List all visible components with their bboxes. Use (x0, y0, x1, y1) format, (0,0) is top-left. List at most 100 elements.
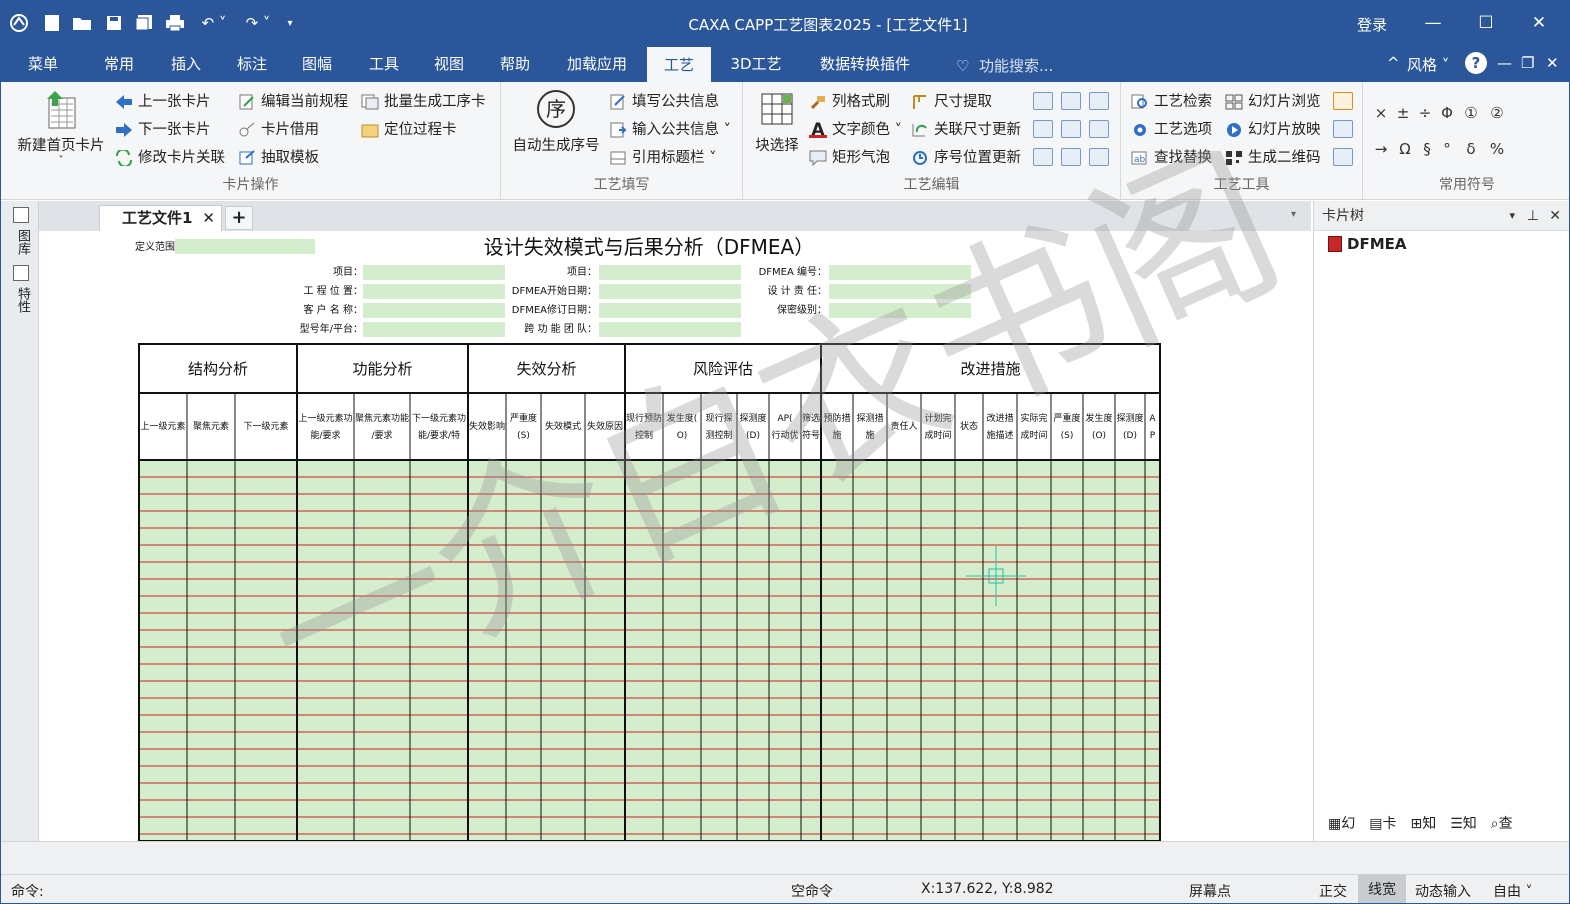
header-field[interactable] (829, 303, 971, 318)
panel-close-icon[interactable]: ✕ (1549, 201, 1561, 231)
slide-browse-button[interactable]: 幻灯片浏览 (1225, 90, 1321, 114)
properties-icon[interactable] (13, 265, 29, 281)
balloon-edit-icon[interactable] (1033, 92, 1053, 110)
tab-help[interactable]: 帮助 (487, 46, 543, 82)
symbol-times[interactable]: × (1371, 104, 1391, 122)
abc-replace-icon[interactable] (1033, 120, 1053, 138)
header-field[interactable] (599, 303, 741, 318)
side-tab-properties[interactable]: 特性 (15, 287, 30, 313)
fill-public-info-button[interactable]: 填写公共信息 (609, 90, 719, 114)
rect-bubble-button[interactable]: 矩形气泡 (809, 146, 890, 170)
tab-menu[interactable]: 菜单 (15, 46, 71, 82)
tool-settings-icon[interactable] (1333, 120, 1353, 138)
frame-icon[interactable] (1061, 120, 1081, 138)
locate-process-card-button[interactable]: 定位过程卡 (361, 118, 457, 142)
new-first-card-button[interactable]: 新建首页卡片 ˅ (11, 90, 111, 166)
symbol-circled-2[interactable]: ② (1487, 104, 1507, 122)
symbol-circled-1[interactable]: ① (1461, 104, 1481, 122)
modify-card-link-button[interactable]: 修改卡片关联 (115, 146, 225, 170)
header-field[interactable] (599, 284, 741, 299)
edit-rule-button[interactable]: 编辑当前规程 (238, 90, 348, 114)
next-card-button[interactable]: 下一张卡片 (115, 118, 211, 142)
copy-format-icon[interactable] (1061, 148, 1081, 166)
bottom-tab-slides[interactable]: ▦幻 (1328, 813, 1355, 833)
tree-node-dfmea[interactable]: DFMEA (1328, 235, 1406, 253)
doc-tab-close-icon[interactable]: ✕ (202, 206, 215, 230)
table-edit-icon[interactable] (1089, 92, 1109, 110)
batch-generate-button[interactable]: 批量生成工序卡 (361, 90, 486, 114)
prev-card-button[interactable]: 上一张卡片 (115, 90, 211, 114)
tab-sheet[interactable]: 图幅 (289, 46, 345, 82)
help-icon[interactable]: ? (1465, 52, 1487, 74)
new-card-dropdown-icon[interactable]: ˅ (11, 155, 111, 166)
symbol-arrow[interactable]: → (1371, 140, 1391, 158)
card-borrow-button[interactable]: 卡片借用 (238, 118, 319, 142)
symbol-percent[interactable]: % (1487, 140, 1507, 158)
symbol-degree[interactable]: ° (1437, 140, 1457, 158)
tab-view[interactable]: 视图 (421, 46, 477, 82)
column-icon[interactable] (1089, 120, 1109, 138)
header-field[interactable] (363, 303, 505, 318)
line-width-toggle[interactable]: 线宽 (1358, 875, 1406, 903)
collapse-ribbon-icon[interactable]: ^ (1387, 54, 1400, 72)
pin-icon[interactable]: ⊥ (1527, 201, 1539, 231)
highlight-icon[interactable] (1333, 92, 1353, 110)
symbol-plusminus[interactable]: ± (1393, 104, 1413, 122)
symbol-phi[interactable]: Φ (1437, 104, 1457, 122)
tab-tools[interactable]: 工具 (356, 46, 412, 82)
bottom-tab-knowledge[interactable]: ⊞知 (1410, 813, 1436, 833)
extract-template-button[interactable]: 抽取模板 (238, 146, 319, 170)
abc-text-icon[interactable] (1061, 92, 1081, 110)
bottom-tab-cards[interactable]: ▤卡 (1369, 813, 1396, 833)
panel-toggle-icon[interactable] (13, 207, 29, 223)
dimension-extract-button[interactable]: 尺寸提取 (911, 90, 992, 114)
tab-insert[interactable]: 插入 (158, 46, 214, 82)
symbol-omega[interactable]: Ω (1395, 140, 1415, 158)
style-menu[interactable]: 风格 ˅ (1407, 54, 1449, 75)
symbol-divide[interactable]: ÷ (1415, 104, 1435, 122)
preview-icon[interactable] (1333, 148, 1353, 166)
auto-sequence-button[interactable]: 序 自动生成序号 (509, 90, 603, 155)
tab-addins[interactable]: 加载应用 (557, 46, 637, 82)
tab-3d-process[interactable]: 3D工艺 (723, 46, 789, 82)
symbol-delta[interactable]: δ (1461, 140, 1481, 158)
bottom-tab-knowledge-2[interactable]: ☰知 (1450, 813, 1477, 833)
find-replace-button[interactable]: ab 查找替换 (1131, 146, 1212, 170)
drawing-canvas[interactable]: 设计失效模式与后果分析（DFMEA） 定义范围 项目： 工 程 位 置： 客 户 名… (39, 231, 1311, 841)
header-field[interactable] (363, 265, 505, 280)
side-tab-gallery[interactable]: 图库 (15, 229, 30, 255)
process-check-button[interactable]: 工艺检索 (1131, 90, 1212, 114)
close-icon[interactable]: ✕ (1519, 9, 1559, 37)
link-dim-update-button[interactable]: 关联尺寸更新 (911, 118, 1021, 142)
tab-common[interactable]: 常用 (91, 46, 147, 82)
dynamic-input-toggle[interactable]: 动态输入 (1415, 881, 1471, 901)
tab-annotate[interactable]: 标注 (224, 46, 280, 82)
text-color-button[interactable]: A 文字颜色 ˅ (809, 118, 902, 142)
symbol-section[interactable]: § (1417, 140, 1437, 158)
multi-table-icon[interactable] (1089, 148, 1109, 166)
header-field[interactable] (599, 265, 741, 280)
tab-list-icon[interactable]: ▾ (1291, 209, 1296, 220)
header-field[interactable] (363, 284, 505, 299)
doc-close-icon[interactable]: ✕ (1546, 54, 1559, 72)
column-format-brush-button[interactable]: 列格式刷 (809, 90, 890, 114)
data-area[interactable] (139, 460, 1160, 841)
header-field[interactable] (829, 265, 971, 280)
doc-minimize-icon[interactable]: — (1497, 54, 1512, 72)
chart-edit-icon[interactable] (1033, 148, 1053, 166)
block-select-button[interactable]: 块选择 (749, 92, 805, 155)
generate-qr-button[interactable]: 生成二维码 (1225, 146, 1321, 170)
free-mode-dropdown[interactable]: 自由 ˅ (1493, 881, 1532, 901)
process-options-button[interactable]: 工艺选项 (1131, 118, 1212, 142)
doc-restore-icon[interactable]: ❐ (1521, 54, 1534, 72)
bottom-tab-query[interactable]: ⌕查 (1491, 813, 1513, 833)
screen-point-toggle[interactable]: 屏幕点 (1189, 881, 1231, 901)
input-public-info-button[interactable]: 输入公共信息 ˅ (609, 118, 731, 142)
new-tab-icon[interactable]: + (225, 206, 253, 230)
maximize-icon[interactable]: ☐ (1466, 9, 1506, 37)
scope-field[interactable] (175, 239, 315, 254)
login-button[interactable]: 登录 (1357, 14, 1387, 35)
tab-data-convert[interactable]: 数据转换插件 (807, 46, 923, 82)
feature-search[interactable]: ♡ 功能搜索... (956, 55, 1053, 76)
header-field[interactable] (363, 322, 505, 337)
